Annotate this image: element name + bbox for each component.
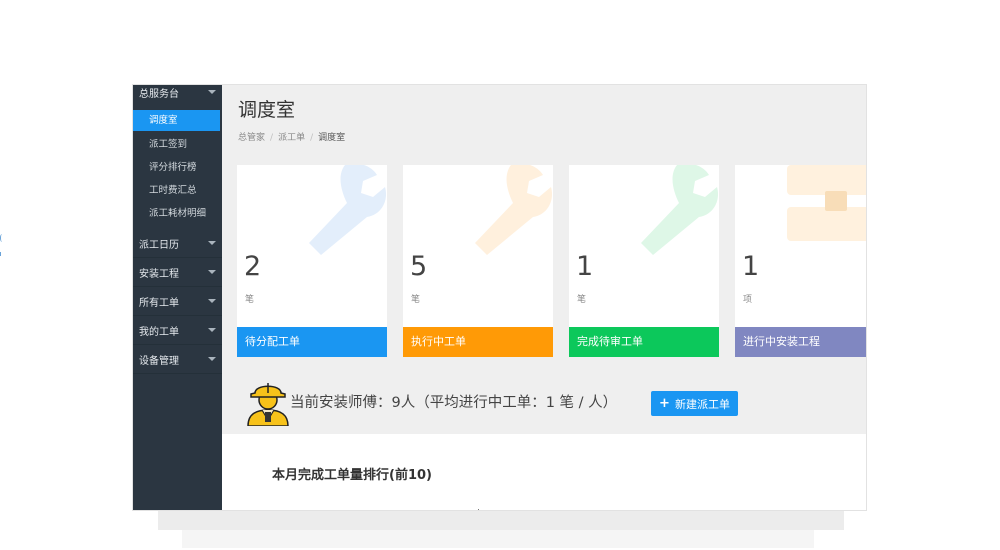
sidebar-group-label: 安装工程 [139, 268, 179, 280]
card-value: 1 [742, 251, 760, 282]
edge-arc-decoration [0, 234, 4, 242]
sidebar-item-dispatch-room[interactable]: 调度室 [133, 110, 220, 131]
sidebar-item-score-ranking[interactable]: 评分排行榜 [133, 156, 220, 179]
main-content: 调度室 总管家 / 派工单 / 调度室 2 笔 待分配工单 5 笔 执行中工单 … [222, 85, 866, 510]
sidebar-group-label: 派工日历 [139, 239, 179, 251]
page-title: 调度室 [238, 99, 296, 121]
sidebar-sub-list: 调度室 派工签到 评分排行榜 工时费汇总 派工耗材明细 [133, 110, 222, 229]
card-footer-label: 待分配工单 [237, 327, 387, 357]
sidebar-group-equipment[interactable]: 设备管理 [133, 345, 222, 374]
sidebar-group-all-orders[interactable]: 所有工单 [133, 287, 222, 316]
caret-down-icon [208, 357, 216, 361]
caret-down-icon [208, 241, 216, 245]
card-value: 2 [244, 251, 262, 282]
card-unit: 笔 [245, 295, 255, 305]
card-value: 5 [410, 251, 428, 282]
toolbox-icon [787, 165, 866, 241]
card-footer-label: 进行中安装工程 [735, 327, 866, 357]
card-unit: 笔 [577, 295, 587, 305]
dashboard-top-area: 调度室 总管家 / 派工单 / 调度室 2 笔 待分配工单 5 笔 执行中工单 … [222, 85, 866, 434]
plus-icon: + [659, 396, 670, 411]
card-unit: 项 [743, 295, 753, 305]
caret-down-icon [208, 299, 216, 303]
breadcrumb-separator: / [310, 133, 314, 143]
window-shadow [158, 511, 844, 530]
breadcrumb-item[interactable]: 派工单 [278, 133, 305, 143]
breadcrumb-item[interactable]: 总管家 [238, 133, 265, 143]
sidebar-group-label: 总服务台 [139, 89, 179, 100]
sidebar-group-label: 所有工单 [139, 297, 179, 309]
sidebar-item-dispatch-signin[interactable]: 派工签到 [133, 133, 220, 156]
sidebar: 总服务台 调度室 派工签到 评分排行榜 工时费汇总 派工耗材明细 派工日历 安装… [133, 85, 222, 510]
sidebar-group-label: 设备管理 [139, 355, 179, 367]
sidebar-group-dispatch-calendar[interactable]: 派工日历 [133, 229, 222, 258]
card-footer-label: 完成待审工单 [569, 327, 719, 357]
sidebar-group-label: 我的工单 [139, 326, 179, 338]
breadcrumb: 总管家 / 派工单 / 调度室 [238, 130, 345, 143]
wrench-icon [641, 165, 718, 255]
sidebar-item-consumables-detail[interactable]: 派工耗材明细 [133, 202, 220, 225]
card-installation-projects[interactable]: 1 项 进行中安装工程 [735, 165, 866, 357]
chart-axis-tick [478, 509, 479, 510]
new-dispatch-order-button[interactable]: + 新建派工单 [651, 391, 738, 416]
sidebar-item-labor-fee-summary[interactable]: 工时费汇总 [133, 179, 220, 202]
card-value: 1 [576, 251, 594, 282]
breadcrumb-current: 调度室 [318, 133, 346, 143]
edge-dot-decoration [0, 252, 1, 256]
wrench-icon [309, 165, 386, 255]
sidebar-group-my-orders[interactable]: 我的工单 [133, 316, 222, 345]
wrench-icon [475, 165, 552, 255]
caret-down-icon [208, 90, 216, 94]
installer-count-summary: 当前安装师傅：9人（平均进行中工单：1 笔 / 人） [290, 395, 618, 411]
app-window: 总服务台 调度室 派工签到 评分排行榜 工时费汇总 派工耗材明细 派工日历 安装… [132, 84, 867, 511]
card-awaiting-review-orders[interactable]: 1 笔 完成待审工单 [569, 165, 719, 357]
breadcrumb-separator: / [270, 133, 274, 143]
caret-down-icon [208, 328, 216, 332]
card-unit: 笔 [411, 295, 421, 305]
card-pending-orders[interactable]: 2 笔 待分配工单 [237, 165, 387, 357]
card-in-progress-orders[interactable]: 5 笔 执行中工单 [403, 165, 553, 357]
sidebar-group-installation[interactable]: 安装工程 [133, 258, 222, 287]
new-dispatch-order-label: 新建派工单 [674, 397, 730, 411]
window-shadow-lower [182, 530, 814, 548]
caret-down-icon [208, 270, 216, 274]
card-footer-label: 执行中工单 [403, 327, 553, 357]
sidebar-group-service-desk[interactable]: 总服务台 [133, 85, 222, 101]
monthly-ranking-title: 本月完成工单量排行(前10) [272, 468, 432, 483]
construction-worker-icon [247, 383, 289, 426]
